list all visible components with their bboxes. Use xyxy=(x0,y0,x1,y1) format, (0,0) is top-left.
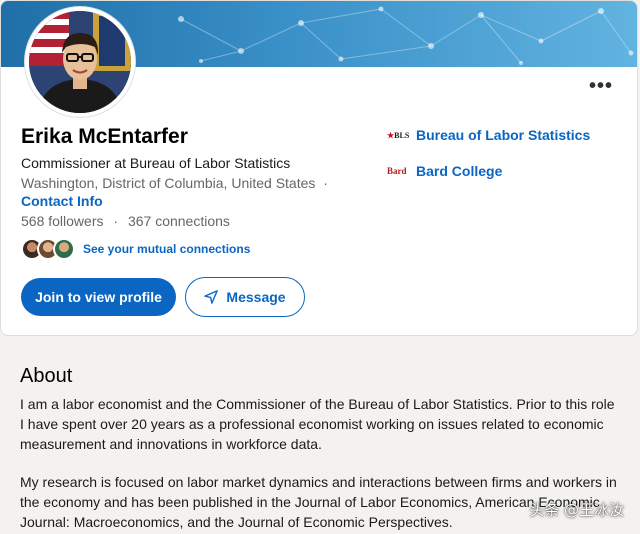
contact-info-link[interactable]: Contact Info xyxy=(21,193,103,209)
connections-count: 367 connections xyxy=(127,213,230,229)
followers-count: 568 followers xyxy=(21,213,104,229)
send-icon xyxy=(204,290,219,304)
mutual-avatar xyxy=(53,238,75,260)
profile-headline: Commissioner at Bureau of Labor Statisti… xyxy=(21,155,291,171)
location-separator: · xyxy=(323,175,328,191)
profile-stats: 568 followers · 367 connections xyxy=(21,213,230,229)
profile-name: Erika McEntarfer xyxy=(21,125,188,148)
about-paragraph: I am a labor economist and the Commissio… xyxy=(20,396,615,452)
join-to-view-profile-button[interactable]: Join to view profile xyxy=(21,278,176,316)
mutual-connections-link[interactable]: See your mutual connections xyxy=(83,242,250,256)
org-item-bard[interactable]: Bard Bard College xyxy=(387,163,502,179)
about-heading: About xyxy=(20,365,73,387)
message-button[interactable]: Message xyxy=(185,277,305,317)
org-label[interactable]: Bard College xyxy=(416,163,502,179)
org-item-bls[interactable]: ★BLS Bureau of Labor Statistics xyxy=(387,127,590,143)
bls-logo-icon: ★BLS xyxy=(387,130,410,140)
mutual-avatars xyxy=(21,238,75,260)
stats-separator: · xyxy=(113,213,119,229)
profile-avatar[interactable] xyxy=(25,7,135,117)
org-label[interactable]: Bureau of Labor Statistics xyxy=(416,127,590,143)
profile-card: ••• Erika McEntarfer Commissioner at Bur… xyxy=(0,0,638,336)
message-label: Message xyxy=(226,289,286,305)
location-text: Washington, District of Columbia, United… xyxy=(21,175,316,191)
profile-location: Washington, District of Columbia, United… xyxy=(21,175,328,191)
bard-logo-icon: Bard xyxy=(387,166,407,176)
mutual-connections[interactable]: See your mutual connections xyxy=(21,238,250,260)
watermark: 头条 @王冰汝 xyxy=(529,501,624,519)
avatar-photo xyxy=(29,11,131,113)
more-options-button[interactable]: ••• xyxy=(589,75,613,98)
